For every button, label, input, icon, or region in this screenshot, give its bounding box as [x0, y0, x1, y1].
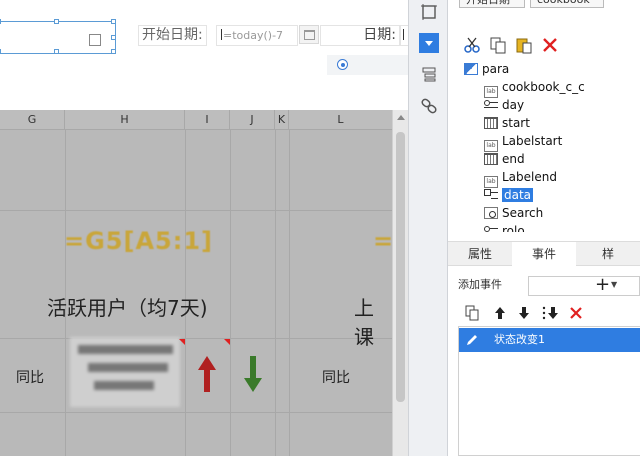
event-toolbar — [458, 303, 640, 325]
tree-item-selected[interactable]: data — [484, 187, 534, 204]
link-icon[interactable] — [419, 96, 439, 116]
right-header-label[interactable]: 上课 — [354, 292, 392, 350]
yoy-label[interactable]: 同比 — [16, 367, 44, 387]
layers-icon[interactable] — [419, 64, 439, 84]
scroll-up-icon[interactable] — [397, 115, 405, 120]
radio-button-icon[interactable] — [337, 59, 348, 70]
vertical-scrollbar[interactable] — [392, 110, 408, 456]
column-header-j[interactable]: J — [230, 110, 275, 130]
column-header-h[interactable]: H — [65, 110, 185, 130]
checkbox-group-icon — [484, 189, 498, 201]
resize-handle[interactable] — [111, 19, 116, 24]
panel-tabs: 属性 事件 样 — [448, 241, 640, 266]
delete-icon[interactable] — [568, 305, 584, 321]
report-designer: 开始日期: =today()-7 日期: G H I J K L =G5[A5:… — [0, 0, 408, 456]
form-icon — [464, 63, 478, 75]
column-header-i[interactable]: I — [185, 110, 230, 130]
arrow-up-icon[interactable] — [492, 305, 508, 321]
resize-handle[interactable] — [111, 49, 116, 54]
tab-style[interactable]: 样 — [576, 242, 640, 266]
formula-cell-right[interactable]: = — [373, 227, 392, 255]
tree-item[interactable]: lab cookbook_c_c — [484, 79, 585, 98]
tree-item[interactable]: start — [484, 115, 530, 132]
cut-icon[interactable] — [463, 36, 481, 54]
dropdown-icon[interactable] — [419, 33, 439, 53]
widget-tree[interactable]: para lab cookbook_c_c day start lab Labels… — [448, 60, 640, 232]
end-date-input[interactable] — [400, 25, 408, 46]
resize-handle[interactable] — [0, 49, 1, 54]
paste-icon[interactable] — [515, 36, 533, 54]
radio-group-icon — [484, 225, 498, 232]
arrow-down-icon[interactable] — [516, 305, 532, 321]
chevron-down-icon: ▼ — [611, 280, 618, 289]
copy-icon[interactable] — [464, 305, 480, 321]
radio-widget[interactable] — [327, 55, 408, 75]
up-arrow-icon — [198, 356, 216, 392]
rectangle-icon[interactable] — [419, 2, 439, 22]
tree-item[interactable]: Search — [484, 205, 543, 222]
resize-handle[interactable] — [0, 19, 1, 24]
properties-panel: 开始日期 cookbook para labcookbook_c_c day s… — [448, 0, 640, 456]
scroll-thumb[interactable] — [396, 132, 405, 402]
resize-handle[interactable] — [54, 19, 59, 24]
plus-icon: + — [595, 274, 611, 295]
column-header-g[interactable]: G — [0, 110, 65, 130]
copy-icon[interactable] — [489, 36, 507, 54]
selected-checkbox-widget[interactable] — [0, 19, 116, 54]
top-button-start-date[interactable]: 开始日期 — [459, 0, 525, 8]
comment-marker — [179, 339, 185, 345]
column-header-bar: G H I J K L — [0, 110, 392, 130]
calendar-icon[interactable] — [299, 25, 319, 44]
calendar-icon — [484, 153, 498, 165]
column-header-k[interactable]: K — [275, 110, 289, 130]
add-event-label: 添加事件 — [458, 278, 502, 291]
blurred-formula-cell[interactable] — [70, 337, 180, 407]
event-item-selected[interactable]: 状态改变1 — [459, 328, 640, 352]
down-arrow-icon — [244, 356, 262, 392]
top-button-cookbook[interactable]: cookbook — [530, 0, 604, 8]
formula-cell[interactable]: =G5[A5:1] — [64, 227, 213, 255]
start-date-input[interactable]: =today()-7 — [216, 25, 298, 46]
tree-item[interactable]: lab Labelstart — [484, 133, 562, 152]
label-start-date[interactable]: 开始日期: — [138, 25, 207, 46]
add-event-dropdown[interactable]: + ▼ — [528, 274, 640, 296]
edit-icon[interactable] — [465, 333, 479, 347]
checkbox[interactable] — [89, 34, 101, 46]
tree-item[interactable]: lab Labelend — [484, 169, 557, 188]
active-users-label[interactable]: 活跃用户（均7天) — [47, 292, 208, 321]
tab-events[interactable]: 事件 — [512, 242, 576, 266]
spreadsheet-grid[interactable]: =G5[A5:1] = 活跃用户（均7天) 上课 同比 同比 — [0, 130, 392, 456]
comment-marker — [224, 339, 230, 345]
delete-icon[interactable] — [541, 36, 559, 54]
column-header-l[interactable]: L — [289, 110, 392, 130]
tab-properties[interactable]: 属性 — [448, 242, 512, 266]
yoy-label-right[interactable]: 同比 — [322, 367, 350, 387]
resize-handle[interactable] — [54, 49, 59, 54]
tree-root-para[interactable]: para — [464, 61, 509, 78]
parameter-form: 开始日期: =today()-7 日期: — [0, 0, 408, 108]
calendar-icon — [484, 117, 498, 129]
move-bottom-icon[interactable] — [542, 305, 560, 321]
radio-group-icon — [484, 99, 498, 111]
event-list[interactable]: 状态改变1 — [458, 326, 640, 456]
tree-item[interactable]: day — [484, 97, 524, 114]
resize-handle[interactable] — [111, 35, 116, 40]
tree-item[interactable]: rolo — [484, 223, 525, 232]
label-date[interactable]: 日期: — [320, 25, 400, 46]
tree-item[interactable]: end — [484, 151, 525, 168]
tool-strip — [408, 0, 448, 456]
search-icon — [484, 207, 498, 219]
